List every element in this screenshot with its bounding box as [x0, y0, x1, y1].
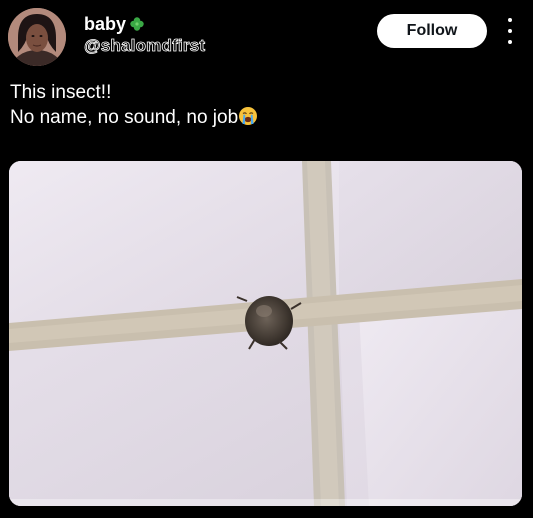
more-options-icon[interactable] — [504, 18, 516, 44]
post-text: This insect!! No name, no sound, no job — [10, 80, 258, 130]
avatar-photo — [8, 8, 66, 66]
loudly-crying-face-icon — [238, 106, 258, 126]
photo-insect-on-tile-wall — [9, 161, 522, 506]
display-name-row[interactable]: baby — [84, 14, 145, 34]
post-text-line-2: No name, no sound, no job — [10, 105, 258, 130]
author-handle[interactable]: @shalomdfirst — [84, 36, 206, 56]
follow-button[interactable]: Follow — [377, 14, 487, 48]
post-media-image[interactable] — [9, 161, 522, 506]
four-leaf-clover-icon — [129, 16, 145, 32]
display-name: baby — [84, 14, 127, 34]
post-text-line-2-content: No name, no sound, no job — [10, 107, 239, 128]
avatar[interactable] — [8, 8, 66, 66]
post-text-line-1: This insect!! — [10, 82, 112, 103]
tweet-post: baby @shalomdfirst Follow This insect!! … — [0, 0, 533, 518]
